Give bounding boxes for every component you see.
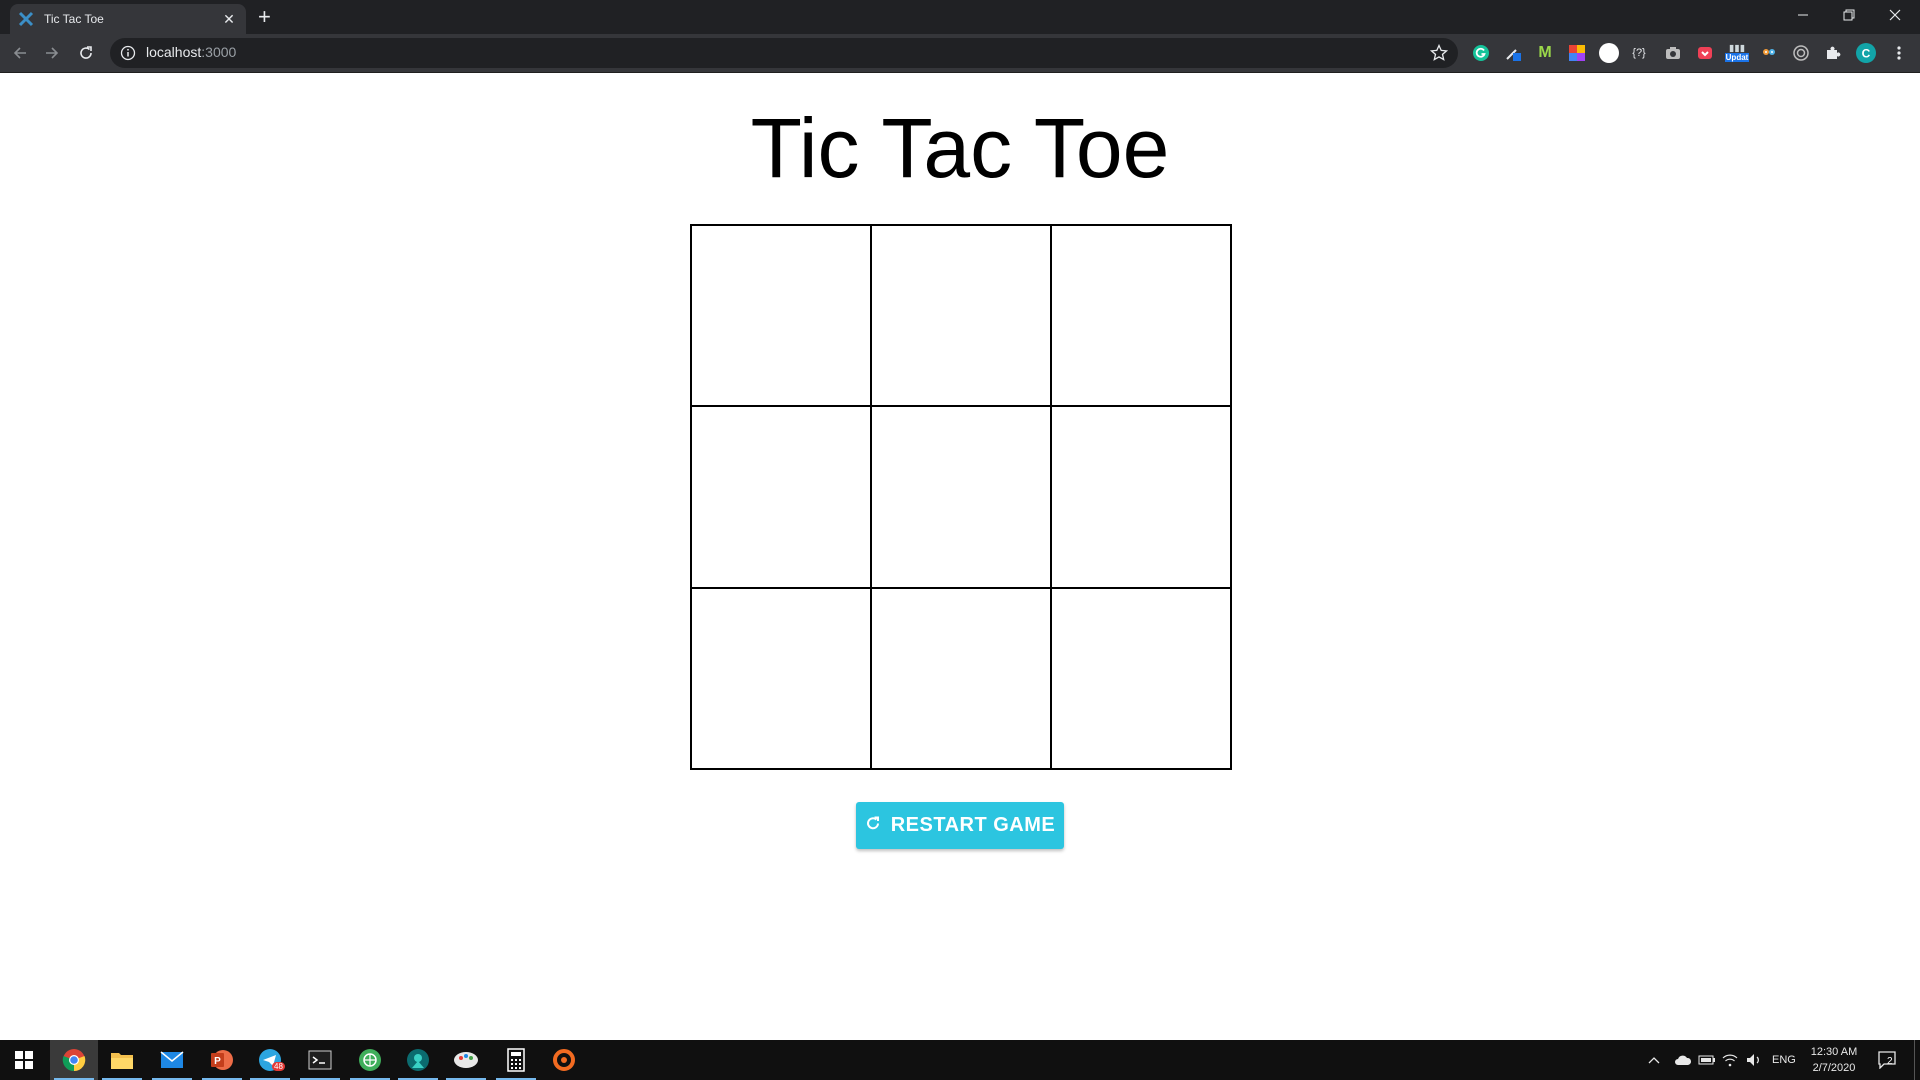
page-title: Tic Tac Toe: [750, 101, 1170, 195]
minimize-window-button[interactable]: [1780, 0, 1826, 30]
owl-extension-icon[interactable]: [1760, 44, 1778, 62]
game-board: [690, 224, 1232, 770]
powerpoint-icon: P: [211, 1050, 233, 1070]
taskbar-calculator[interactable]: [492, 1040, 540, 1080]
restart-label: RESTART GAME: [890, 814, 1056, 836]
white-circle-extension-icon[interactable]: [1598, 42, 1620, 64]
orange-app-icon: [553, 1049, 575, 1071]
url-text: localhost:3000: [146, 44, 236, 62]
reload-button[interactable]: [76, 43, 96, 63]
back-arrow-icon: [13, 47, 26, 59]
calculator-icon: [507, 1048, 525, 1072]
back-button[interactable]: [10, 43, 30, 63]
board-cell[interactable]: [871, 406, 1051, 588]
camera-extension-icon[interactable]: [1664, 44, 1682, 62]
forward-button[interactable]: [42, 43, 62, 63]
target-extension-icon[interactable]: [1792, 44, 1810, 62]
battery-icon[interactable]: [1698, 1040, 1716, 1080]
taskbar-powerpoint[interactable]: P: [198, 1040, 246, 1080]
volume-icon[interactable]: [1746, 1040, 1762, 1080]
board-cell[interactable]: [1051, 406, 1231, 588]
svg-text:C: C: [1862, 47, 1871, 61]
taskbar-green-app[interactable]: [346, 1040, 394, 1080]
teal-app-icon: [407, 1049, 429, 1071]
onedrive-icon[interactable]: [1674, 1040, 1692, 1080]
url-host: localhost: [146, 44, 202, 60]
paint-palette-icon: [454, 1052, 478, 1068]
clock-time: 12:30 AM: [1810, 1046, 1858, 1058]
browser-toolbar: localhost:3000 M {?} Updat C: [0, 34, 1920, 73]
taskbar: P 48 ENG 12:30 AM 2/7/2020 2: [0, 1040, 1920, 1080]
taskbar-terminal[interactable]: [296, 1040, 344, 1080]
profile-avatar[interactable]: C: [1856, 43, 1876, 63]
telegram-unread-badge: 48: [272, 1062, 285, 1071]
json-extension-icon[interactable]: {?}: [1630, 44, 1648, 62]
board-cell[interactable]: [691, 406, 871, 588]
restore-window-button[interactable]: [1826, 0, 1872, 30]
green-globe-icon: [359, 1049, 381, 1071]
browser-menu-icon[interactable]: [1890, 44, 1908, 62]
board-cell[interactable]: [691, 587, 871, 769]
pocket-extension-icon[interactable]: [1696, 44, 1714, 62]
wifi-icon[interactable]: [1722, 1040, 1738, 1080]
folder-icon: [111, 1053, 133, 1069]
taskbar-telegram[interactable]: 48: [246, 1040, 294, 1080]
board-cell[interactable]: [871, 587, 1051, 769]
taskbar-chrome[interactable]: [50, 1040, 98, 1080]
notification-count: 2: [1887, 1056, 1893, 1067]
terminal-icon: [308, 1050, 332, 1070]
address-bar[interactable]: localhost:3000: [110, 38, 1458, 68]
board-cell[interactable]: [871, 225, 1051, 407]
close-tab-icon[interactable]: ✕: [220, 11, 238, 28]
update-extension-icon[interactable]: Updat: [1724, 44, 1750, 62]
grammarly-extension-icon[interactable]: [1472, 44, 1490, 62]
reload-icon: [80, 46, 92, 59]
clock-date: 2/7/2020: [1812, 1062, 1856, 1074]
puzzle-extensions-icon[interactable]: [1824, 44, 1842, 62]
svg-text:P: P: [214, 1056, 221, 1067]
bookmark-star-icon[interactable]: [1429, 43, 1449, 67]
show-desktop-button[interactable]: [1914, 1040, 1920, 1080]
restart-icon: [865, 814, 881, 837]
chrome-icon: [62, 1049, 86, 1072]
close-window-button[interactable]: [1872, 0, 1918, 30]
taskbar-paint-app[interactable]: [442, 1040, 490, 1080]
board-cell[interactable]: [691, 225, 871, 407]
restart-game-button[interactable]: RESTART GAME: [856, 802, 1064, 849]
clock[interactable]: 12:30 AM 2/7/2020: [1800, 1044, 1868, 1076]
start-button[interactable]: [0, 1040, 48, 1080]
update-badge: Updat: [1724, 53, 1750, 62]
tab-title: Tic Tac Toe: [44, 12, 104, 26]
board-cell[interactable]: [1051, 587, 1231, 769]
forward-arrow-icon: [46, 47, 59, 59]
taskbar-mail[interactable]: [148, 1040, 196, 1080]
url-port: :3000: [201, 44, 237, 60]
mail-icon: [160, 1051, 184, 1068]
taskbar-file-explorer[interactable]: [98, 1040, 146, 1080]
taskbar-orange-app[interactable]: [540, 1040, 588, 1080]
language-indicator[interactable]: ENG: [1772, 1040, 1796, 1080]
browser-tab[interactable]: Tic Tac Toe ✕: [10, 4, 246, 34]
tic-tac-toe-favicon-icon: [18, 11, 34, 27]
board-cell[interactable]: [1051, 225, 1231, 407]
color-picker-extension-icon[interactable]: [1504, 44, 1522, 62]
windows-logo-icon: [15, 1051, 33, 1069]
chevron-up-icon: [1648, 1057, 1660, 1064]
action-center-button[interactable]: 2: [1878, 1040, 1898, 1080]
m-extension-icon[interactable]: M: [1536, 44, 1554, 62]
browser-tabstrip: Tic Tac Toe ✕ +: [0, 0, 1920, 34]
show-hidden-icons-button[interactable]: [1648, 1040, 1660, 1080]
colorful-grid-extension-icon[interactable]: [1568, 44, 1586, 62]
new-tab-button[interactable]: +: [258, 6, 271, 28]
site-info-icon[interactable]: [120, 45, 136, 61]
taskbar-dev-app[interactable]: [394, 1040, 442, 1080]
